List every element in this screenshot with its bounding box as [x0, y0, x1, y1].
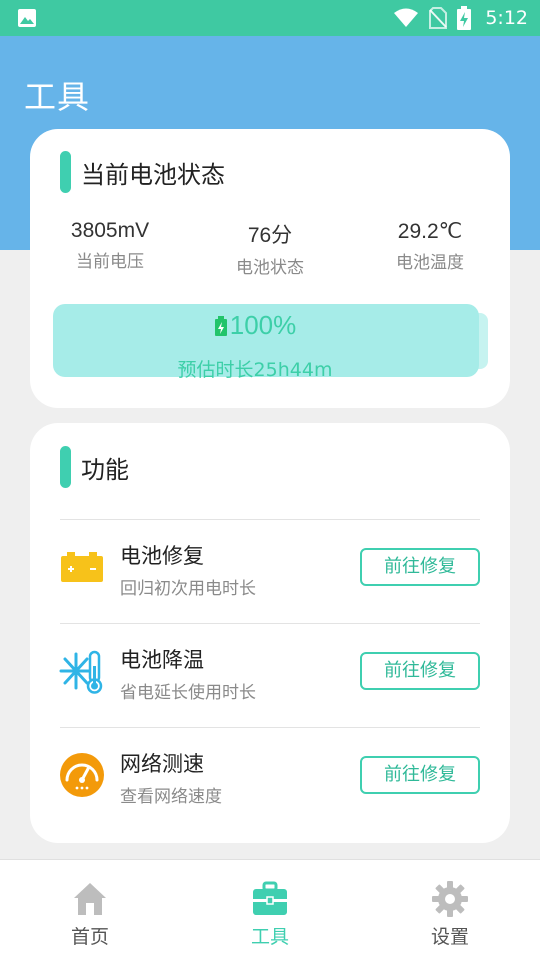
gear-icon [432, 881, 468, 917]
go-repair-button[interactable]: 前往修复 [360, 652, 480, 690]
stat-health: 76分 电池状态 [190, 219, 350, 278]
function-card-title: 功能 [81, 455, 129, 484]
no-sim-icon [429, 7, 448, 29]
function-item-speed-test: 网络测速 查看网络速度 前往修复 [30, 728, 510, 832]
nav-item-home[interactable]: 首页 [0, 860, 180, 960]
function-item-battery-repair: 电池修复 回归初次用电时长 前往修复 [30, 520, 510, 624]
go-repair-button[interactable]: 前往修复 [360, 756, 480, 794]
nav-label-tools: 工具 [250, 926, 289, 948]
battery-estimate: 预估时长25h44m [177, 359, 333, 381]
battery-card-header: 当前电池状态 [60, 151, 225, 193]
accent-bar [60, 446, 71, 488]
function-name: 网络测速 [120, 752, 204, 776]
home-icon [74, 883, 106, 915]
battery-repair-icon [61, 552, 103, 582]
toolbox-icon [253, 881, 287, 915]
stat-health-label: 电池状态 [236, 258, 304, 278]
function-desc: 回归初次用电时长 [120, 579, 256, 599]
wifi-icon [394, 8, 419, 27]
function-item-battery-cooling: 电池降温 省电延长使用时长 前往修复 [30, 624, 510, 728]
nav-label-settings: 设置 [430, 926, 469, 948]
stat-temperature-label: 电池温度 [396, 253, 464, 273]
status-time: 5:12 [485, 7, 528, 29]
stat-voltage: 3805mV 当前电压 [30, 219, 190, 278]
battery-percent: 100% [229, 310, 297, 340]
stat-voltage-value: 3805mV [70, 219, 150, 242]
battery-card-title: 当前电池状态 [81, 160, 225, 189]
snowflake-thermometer-icon [59, 650, 103, 694]
function-desc: 查看网络速度 [120, 787, 222, 807]
status-bar: 5:12 [0, 0, 540, 36]
function-card: 功能 电池修复 回归初次用电时长 前往修复 电池降温 省电延长使用时长 前往修复… [30, 423, 510, 843]
nav-item-tools[interactable]: 工具 [180, 860, 360, 960]
stat-temperature-value: 29.2℃ [397, 220, 463, 243]
nav-label-home: 首页 [70, 926, 109, 948]
battery-status-card: 当前电池状态 3805mV 当前电压 76分 电池状态 29.2℃ 电池温度 1… [30, 129, 510, 408]
speedometer-icon [60, 753, 104, 797]
battery-level: 100% [30, 310, 480, 341]
bottom-nav: 首页 工具 设置 [0, 859, 540, 960]
small-battery-icon [214, 315, 227, 336]
page-title: 工具 [24, 78, 91, 116]
function-card-header: 功能 [60, 446, 129, 488]
battery-charging-icon [457, 6, 472, 30]
battery-stats: 3805mV 当前电压 76分 电池状态 29.2℃ 电池温度 [30, 219, 510, 278]
stat-voltage-label: 当前电压 [76, 252, 144, 272]
function-name: 电池降温 [120, 648, 204, 672]
function-desc: 省电延长使用时长 [120, 683, 256, 703]
stat-temperature: 29.2℃ 电池温度 [350, 219, 510, 278]
nav-item-settings[interactable]: 设置 [360, 860, 540, 960]
gallery-icon [18, 9, 36, 27]
stat-health-value: 76分 [247, 224, 293, 247]
go-repair-button[interactable]: 前往修复 [360, 548, 480, 586]
accent-bar [60, 151, 71, 193]
function-name: 电池修复 [120, 544, 204, 568]
